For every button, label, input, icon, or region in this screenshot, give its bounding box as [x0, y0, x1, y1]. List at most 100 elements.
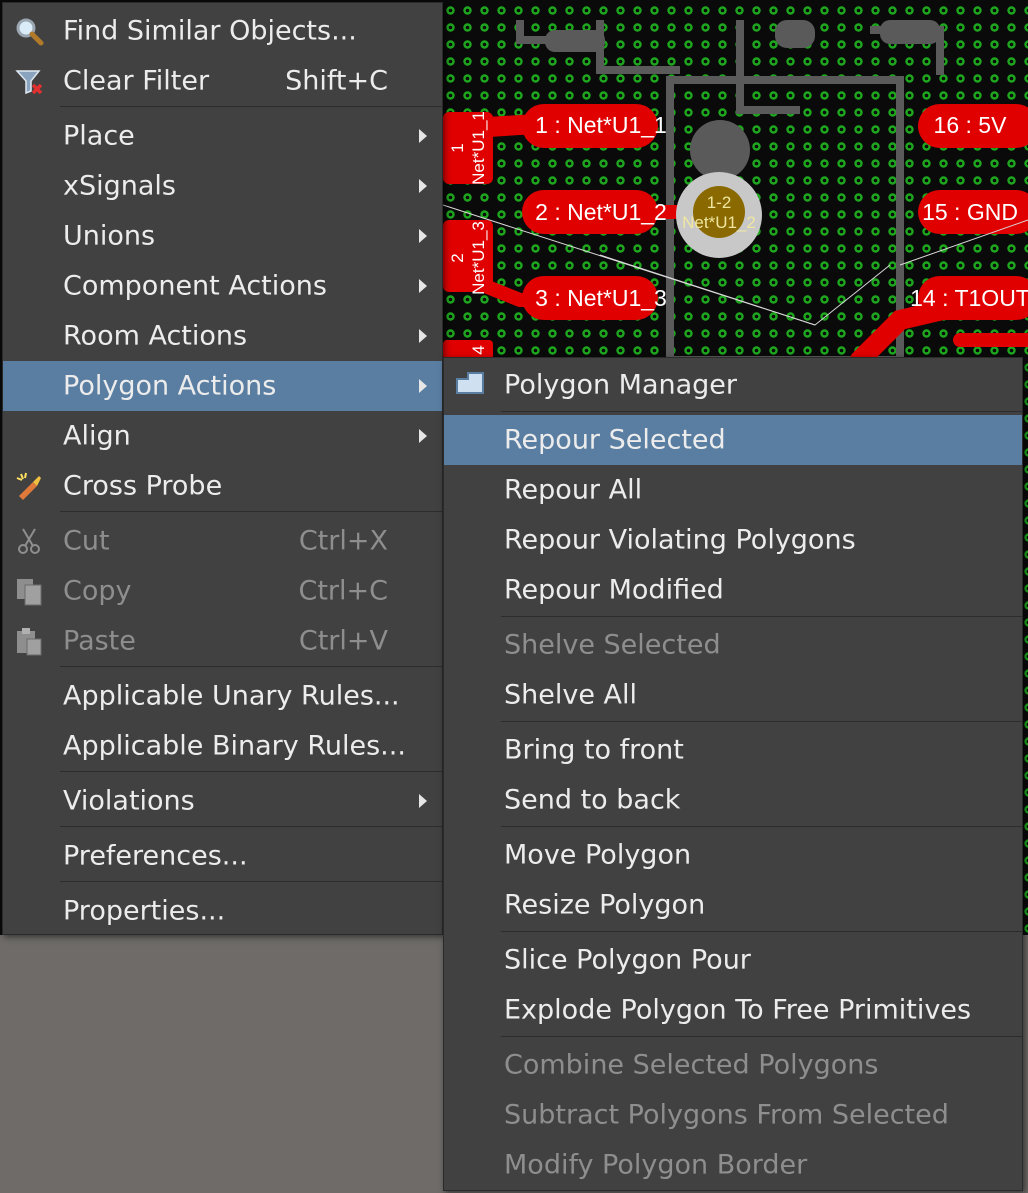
menu-item-unions[interactable]: Unions — [3, 211, 442, 261]
menu-item-xsignals[interactable]: xSignals — [3, 161, 442, 211]
via-number: 1-2 — [707, 193, 732, 212]
menu-item-properties[interactable]: Properties... — [3, 886, 442, 936]
menu-item-label: Place — [63, 120, 135, 152]
menu-item-cut[interactable]: Cut Ctrl+X — [3, 516, 442, 566]
menu-item-send-to-back[interactable]: Send to back — [444, 775, 1022, 825]
menu-separator — [60, 881, 442, 882]
menu-item-label: Align — [63, 420, 131, 452]
magnifier-icon — [13, 15, 45, 47]
menu-item-applicable-binary-rules[interactable]: Applicable Binary Rules... — [3, 721, 442, 771]
menu-item-label: Subtract Polygons From Selected — [504, 1099, 949, 1131]
menu-separator — [501, 721, 1022, 722]
menu-item-label: Room Actions — [63, 320, 248, 352]
menu-item-applicable-unary-rules[interactable]: Applicable Unary Rules... — [3, 671, 442, 721]
menu-item-subtract-polygons[interactable]: Subtract Polygons From Selected — [444, 1090, 1022, 1140]
menu-item-shelve-all[interactable]: Shelve All — [444, 670, 1022, 720]
menu-item-shortcut: Ctrl+C — [298, 575, 388, 607]
menu-item-room-actions[interactable]: Room Actions — [3, 311, 442, 361]
menu-item-explode-polygon[interactable]: Explode Polygon To Free Primitives — [444, 985, 1022, 1035]
menu-item-label: Properties... — [63, 895, 226, 927]
menu-item-label: Shelve All — [504, 679, 638, 711]
pad-label: 15 : GND — [922, 199, 1018, 225]
polygon-actions-submenu: Polygon Manager Repour Selected Repour A… — [443, 357, 1023, 1191]
menu-item-repour-all[interactable]: Repour All — [444, 465, 1022, 515]
menu-item-move-polygon[interactable]: Move Polygon — [444, 830, 1022, 880]
menu-item-label: Combine Selected Polygons — [504, 1049, 879, 1081]
menu-item-shelve-selected[interactable]: Shelve Selected — [444, 620, 1022, 670]
menu-item-repour-modified[interactable]: Repour Modified — [444, 565, 1022, 615]
clear-filter-icon — [13, 65, 45, 97]
menu-item-label: Violations — [63, 785, 195, 817]
pad-label: 2 : Net*U1_2 — [535, 199, 667, 225]
menu-item-label: Polygon Actions — [63, 370, 277, 402]
menu-separator — [501, 1036, 1022, 1037]
menu-separator — [60, 106, 442, 107]
menu-item-place[interactable]: Place — [3, 111, 442, 161]
menu-item-preferences[interactable]: Preferences... — [3, 831, 442, 881]
menu-item-label: Preferences... — [63, 840, 248, 872]
side-pad-number: 4 — [469, 345, 488, 354]
menu-separator — [501, 931, 1022, 932]
menu-item-bring-to-front[interactable]: Bring to front — [444, 725, 1022, 775]
menu-item-label: Clear Filter — [63, 65, 210, 97]
pad-label: 1 : Net*U1_1 — [535, 112, 667, 138]
submenu-arrow-icon — [419, 329, 427, 343]
menu-item-label: Applicable Binary Rules... — [63, 730, 406, 762]
menu-item-align[interactable]: Align — [3, 411, 442, 461]
pad-label: 3 : Net*U1_3 — [535, 285, 667, 311]
side-pad-net: Net*U1_1 — [469, 111, 488, 185]
menu-item-component-actions[interactable]: Component Actions — [3, 261, 442, 311]
side-pad-number: 2 — [448, 253, 467, 262]
menu-separator — [60, 511, 442, 512]
menu-item-label: Polygon Manager — [504, 369, 738, 401]
menu-item-paste[interactable]: Paste Ctrl+V — [3, 616, 442, 666]
submenu-arrow-icon — [419, 794, 427, 808]
menu-separator — [501, 411, 1022, 412]
menu-item-cross-probe[interactable]: Cross Probe — [3, 461, 442, 511]
menu-item-violations[interactable]: Violations — [3, 776, 442, 826]
menu-item-label: Send to back — [504, 784, 681, 816]
menu-item-label: Applicable Unary Rules... — [63, 680, 400, 712]
menu-item-label: Modify Polygon Border — [504, 1149, 808, 1181]
menu-item-find-similar-objects[interactable]: Find Similar Objects... — [3, 6, 442, 56]
side-pad-number: 1 — [448, 143, 467, 152]
context-menu: Find Similar Objects... Clear Filter Shi… — [2, 2, 443, 935]
menu-item-shortcut: Ctrl+X — [298, 525, 388, 557]
menu-item-polygon-actions[interactable]: Polygon Actions — [3, 361, 442, 411]
copy-icon — [13, 575, 45, 607]
menu-item-combine-selected-polygons[interactable]: Combine Selected Polygons — [444, 1040, 1022, 1090]
menu-item-label: Find Similar Objects... — [63, 15, 357, 47]
via-net: Net*U1_2 — [682, 213, 756, 232]
menu-item-slice-polygon-pour[interactable]: Slice Polygon Pour — [444, 935, 1022, 985]
polygon-manager-icon — [454, 369, 486, 401]
menu-separator — [501, 826, 1022, 827]
menu-item-label: Cross Probe — [63, 470, 223, 502]
menu-separator — [501, 616, 1022, 617]
menu-item-label: Paste — [63, 625, 136, 657]
menu-item-label: Unions — [63, 220, 156, 252]
submenu-arrow-icon — [419, 429, 427, 443]
menu-item-label: Slice Polygon Pour — [504, 944, 751, 976]
menu-item-repour-violating-polygons[interactable]: Repour Violating Polygons — [444, 515, 1022, 565]
menu-separator — [60, 666, 442, 667]
menu-item-label: Cut — [63, 525, 110, 557]
menu-item-repour-selected[interactable]: Repour Selected — [444, 415, 1022, 465]
menu-item-label: Repour Violating Polygons — [504, 524, 856, 556]
menu-item-resize-polygon[interactable]: Resize Polygon — [444, 880, 1022, 930]
pad-label: 14 : T1OUT — [910, 285, 1028, 311]
menu-item-shortcut: Shift+C — [285, 65, 388, 97]
menu-item-label: Repour Selected — [504, 424, 726, 456]
menu-item-label: Component Actions — [63, 270, 327, 302]
paste-icon — [13, 625, 45, 657]
cross-probe-icon — [13, 470, 45, 502]
submenu-arrow-icon — [419, 229, 427, 243]
menu-item-polygon-manager[interactable]: Polygon Manager — [444, 360, 1022, 410]
menu-item-copy[interactable]: Copy Ctrl+C — [3, 566, 442, 616]
menu-item-modify-polygon-border[interactable]: Modify Polygon Border — [444, 1140, 1022, 1190]
menu-item-label: Bring to front — [504, 734, 684, 766]
menu-item-label: Resize Polygon — [504, 889, 706, 921]
menu-item-shortcut: Ctrl+V — [298, 625, 388, 657]
scissors-icon — [13, 525, 45, 557]
submenu-arrow-icon — [419, 129, 427, 143]
menu-item-clear-filter[interactable]: Clear Filter Shift+C — [3, 56, 442, 106]
